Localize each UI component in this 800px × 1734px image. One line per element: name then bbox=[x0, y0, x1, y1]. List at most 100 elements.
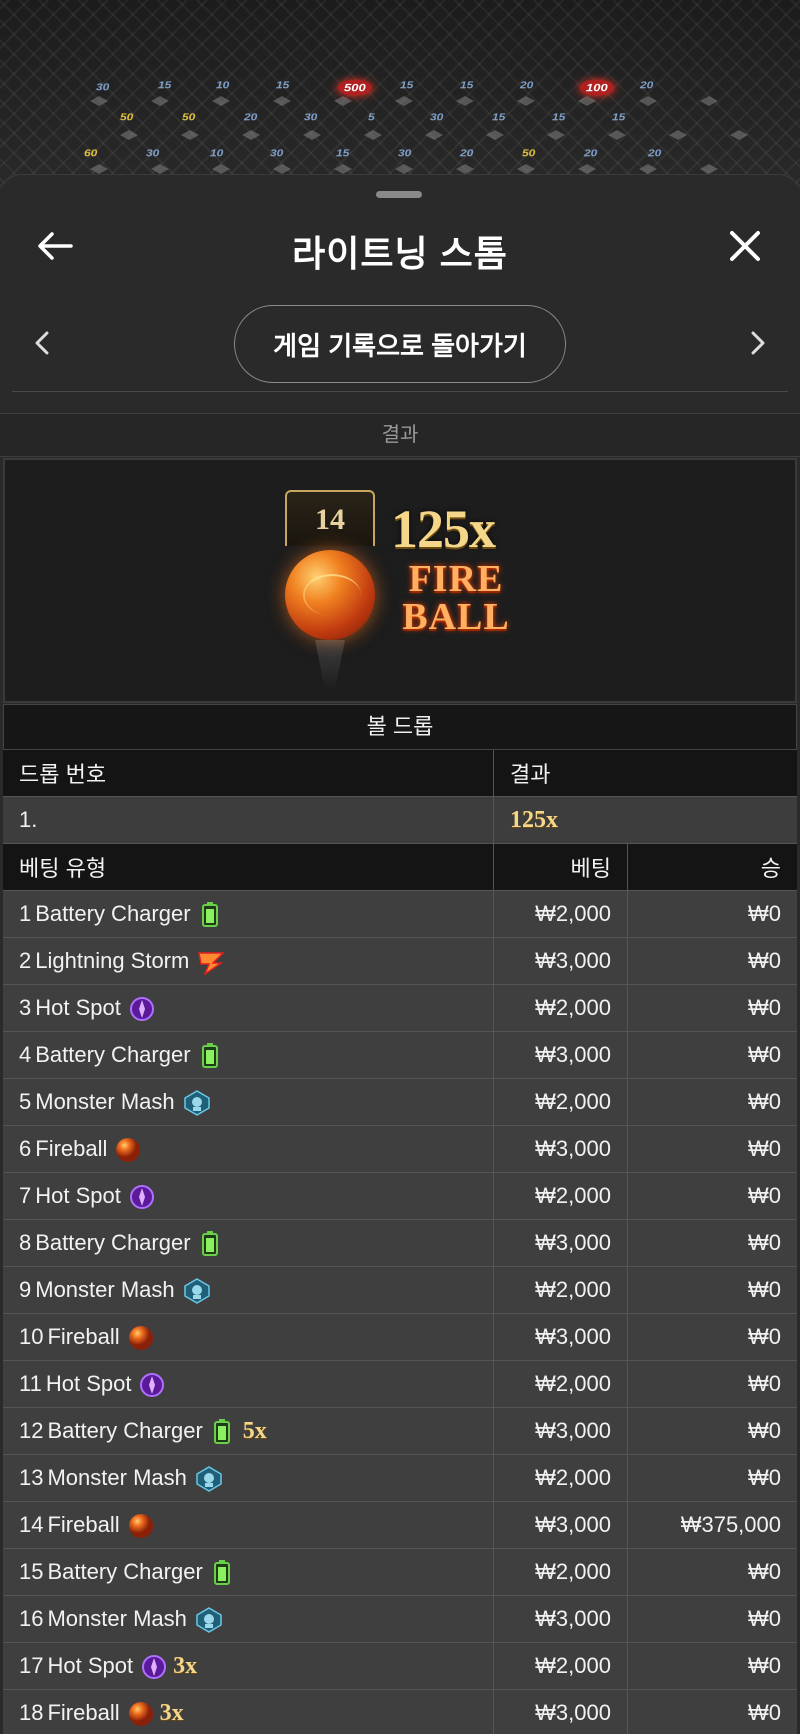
bet-type-name: Hot Spot bbox=[35, 1183, 121, 1208]
close-button[interactable] bbox=[720, 221, 770, 271]
bet-type-name: Battery Charger bbox=[47, 1559, 203, 1584]
board-peg bbox=[578, 164, 596, 174]
board-multiplier: 10 bbox=[215, 79, 230, 91]
bet-type-name: Fireball bbox=[47, 1324, 120, 1349]
board-multiplier: 30 bbox=[303, 111, 318, 123]
board-peg bbox=[151, 164, 169, 174]
board-multiplier: 20 bbox=[647, 147, 662, 159]
fireball-icon bbox=[128, 1701, 153, 1726]
bet-type-cell: 2 Lightning Storm bbox=[3, 938, 494, 984]
board-multiplier: 15 bbox=[335, 147, 350, 159]
win-amount: ₩0 bbox=[748, 1559, 781, 1584]
board-peg bbox=[181, 130, 199, 140]
bet-type-name: Hot Spot bbox=[35, 995, 121, 1020]
board-peg bbox=[395, 164, 413, 174]
board-multiplier: 50 bbox=[521, 147, 536, 159]
bet-type-cell: 6 Fireball bbox=[3, 1126, 494, 1172]
board-peg bbox=[273, 164, 291, 174]
bet-row: 8 Battery Charger ₩3,000 ₩0 bbox=[3, 1220, 797, 1267]
drop-result: 125x bbox=[510, 806, 558, 833]
monster-icon bbox=[183, 1090, 210, 1116]
game-details-panel: 라이트닝 스톰 게임 기록으로 돌아가기 결과 14 125x FIRE BAL… bbox=[0, 174, 800, 1734]
bet-multiplier: 3x bbox=[159, 1699, 184, 1726]
bet-type-cell: 11 Hot Spot bbox=[3, 1361, 494, 1407]
bet-number: 9 bbox=[19, 1277, 32, 1302]
bet-amount: ₩2,000 bbox=[494, 985, 628, 1031]
column-header: 결과 bbox=[510, 762, 551, 787]
board-peg bbox=[364, 130, 382, 140]
chevron-right-icon bbox=[751, 331, 765, 355]
divider bbox=[12, 391, 788, 392]
bets-header: 베팅 유형 베팅 승 bbox=[3, 844, 797, 891]
board-multiplier: 15 bbox=[459, 79, 474, 91]
bet-number: 15 bbox=[19, 1559, 44, 1584]
bet-row: 10 Fireball ₩3,000 ₩0 bbox=[3, 1314, 797, 1361]
board-peg bbox=[151, 96, 169, 106]
bet-row: 17 Hot Spot 3x ₩2,000 ₩0 bbox=[3, 1643, 797, 1690]
board-multiplier: 5 bbox=[367, 111, 375, 123]
ball-drop-caption: 볼 드롭 bbox=[3, 704, 797, 750]
bet-amount: ₩3,000 bbox=[494, 1596, 628, 1642]
bet-row: 18 Fireball 3x ₩3,000 ₩0 bbox=[3, 1690, 797, 1734]
board-multiplier: 500 bbox=[337, 79, 373, 96]
bet-type-name: Battery Charger bbox=[35, 1042, 191, 1067]
board-multiplier: 15 bbox=[399, 79, 414, 91]
previous-round-button[interactable] bbox=[22, 323, 62, 363]
bet-amount: ₩2,000 bbox=[494, 1361, 628, 1407]
board-peg bbox=[639, 96, 657, 106]
bet-type-name: Lightning Storm bbox=[35, 948, 190, 973]
bet-multiplier: 5x bbox=[242, 1417, 267, 1444]
bet-row: 4 Battery Charger ₩3,000 ₩0 bbox=[3, 1032, 797, 1079]
bet-type-cell: 1 Battery Charger bbox=[3, 891, 494, 937]
column-header: 드롭 번호 bbox=[3, 750, 494, 796]
board-peg bbox=[334, 164, 352, 174]
battery-icon bbox=[199, 1043, 221, 1068]
bet-row: 3 Hot Spot ₩2,000 ₩0 bbox=[3, 985, 797, 1032]
result-type-label: FIRE BALL bbox=[391, 560, 521, 636]
bet-amount: ₩2,000 bbox=[494, 1267, 628, 1313]
board-multiplier: 15 bbox=[157, 79, 172, 91]
bet-type-cell: 4 Battery Charger bbox=[3, 1032, 494, 1078]
win-amount: ₩0 bbox=[748, 995, 781, 1020]
bet-number: 13 bbox=[19, 1465, 44, 1490]
bet-number: 3 bbox=[19, 995, 32, 1020]
bet-amount: ₩3,000 bbox=[494, 1126, 628, 1172]
bet-number: 10 bbox=[19, 1324, 44, 1349]
board-peg bbox=[578, 96, 596, 106]
win-amount: ₩0 bbox=[748, 1277, 781, 1302]
win-amount: ₩0 bbox=[748, 948, 781, 973]
bet-type-name: Monster Mash bbox=[47, 1606, 187, 1631]
bet-type-cell: 14 Fireball bbox=[3, 1502, 494, 1548]
battery-icon bbox=[211, 1419, 233, 1444]
board-peg bbox=[517, 164, 535, 174]
next-round-button[interactable] bbox=[738, 323, 778, 363]
lightning-icon bbox=[197, 949, 226, 975]
win-amount: ₩375,000 bbox=[680, 1512, 781, 1537]
fireball-icon bbox=[128, 1513, 153, 1538]
bet-type-name: Monster Mash bbox=[35, 1277, 175, 1302]
hotspot-icon bbox=[129, 996, 154, 1021]
bet-type-name: Monster Mash bbox=[35, 1089, 175, 1114]
bet-type-name: Fireball bbox=[35, 1136, 108, 1161]
board-multiplier: 30 bbox=[95, 81, 110, 93]
drag-handle[interactable] bbox=[376, 191, 422, 198]
bet-type-cell: 16 Monster Mash bbox=[3, 1596, 494, 1642]
bet-type-cell: 10 Fireball bbox=[3, 1314, 494, 1360]
board-peg bbox=[90, 164, 108, 174]
bet-type-name: Hot Spot bbox=[45, 1371, 132, 1396]
result-multiplier: 125x bbox=[391, 499, 496, 559]
back-to-history-button[interactable]: 게임 기록으로 돌아가기 bbox=[234, 305, 566, 383]
bet-multiplier: 3x bbox=[173, 1652, 198, 1679]
fireball-icon bbox=[115, 1137, 141, 1162]
board-peg bbox=[517, 96, 535, 106]
battery-icon bbox=[211, 1560, 233, 1585]
bet-number: 5 bbox=[19, 1089, 32, 1114]
board-peg bbox=[120, 130, 138, 140]
board-peg bbox=[242, 130, 260, 140]
bet-number: 6 bbox=[19, 1136, 32, 1161]
game-board-background: 30 15 10 15 500 15 15 20 100 20 50 50 20 30 5 30 15 15 15 6… bbox=[0, 0, 800, 200]
bet-type-cell: 13 Monster Mash bbox=[3, 1455, 494, 1501]
battery-icon bbox=[199, 1231, 221, 1256]
drop-number: 1. bbox=[3, 797, 494, 843]
bet-amount: ₩3,000 bbox=[494, 938, 628, 984]
